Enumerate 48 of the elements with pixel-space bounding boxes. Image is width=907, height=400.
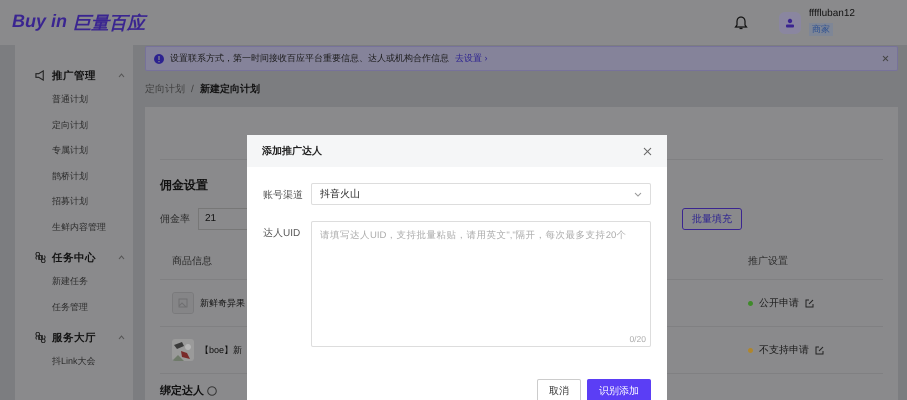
- menu-item[interactable]: 鹊桥计划: [15, 164, 133, 189]
- alert-text: 设置联系方式，第一时间接收百应平台重要信息、达人或机构合作信息: [170, 52, 449, 65]
- user-name: ffffluban12: [808, 8, 855, 19]
- cancel-button[interactable]: 取消: [537, 379, 581, 400]
- menu-item[interactable]: 任务管理: [15, 294, 133, 320]
- command-icon: [35, 252, 46, 263]
- close-icon[interactable]: [643, 146, 652, 156]
- section-title: 绑定达人: [160, 384, 204, 398]
- batch-fill-button[interactable]: 批量填充: [682, 208, 742, 230]
- menu-item[interactable]: 定向计划: [15, 112, 133, 138]
- field-label: 达人UID: [263, 226, 302, 241]
- menu-item[interactable]: 普通计划: [15, 87, 133, 112]
- command-icon: [35, 332, 46, 343]
- menu-item[interactable]: 新建任务: [15, 269, 133, 294]
- dialog-title: 添加推广达人: [262, 144, 322, 158]
- column-header: 商品信息: [172, 254, 212, 268]
- logo[interactable]: Buy in 巨量百应: [12, 10, 146, 34]
- status-text: 公开申请: [759, 296, 799, 310]
- menu-item[interactable]: 生鲜内容管理: [15, 214, 133, 240]
- section-title: 佣金设置: [160, 177, 208, 194]
- product-name: 【boe】新: [200, 344, 242, 356]
- edit-icon[interactable]: [805, 298, 814, 308]
- menu-item[interactable]: 抖Link大会: [15, 349, 133, 374]
- menu-item[interactable]: 招募计划: [15, 189, 133, 214]
- char-counter: 0/20: [629, 334, 646, 344]
- field-label: 账号渠道: [263, 188, 304, 203]
- breadcrumb-item: 新建定向计划: [200, 82, 260, 96]
- channel-select[interactable]: 抖音火山: [311, 183, 651, 205]
- menu-group[interactable]: 服务大厅: [15, 326, 133, 349]
- breadcrumb-separator: /: [191, 84, 194, 94]
- confirm-button[interactable]: 识别添加: [587, 379, 651, 400]
- bell-icon[interactable]: [734, 15, 748, 30]
- close-icon[interactable]: [882, 55, 889, 62]
- breadcrumb-item[interactable]: 定向计划: [145, 82, 185, 96]
- edit-icon[interactable]: [815, 346, 824, 354]
- chevron-down-icon: [634, 192, 642, 196]
- megaphone-icon: [35, 70, 46, 81]
- avatar[interactable]: [778, 12, 801, 34]
- role-tag: 商家: [808, 23, 833, 36]
- info-icon: [154, 54, 164, 64]
- status-text: 不支持申请: [759, 344, 809, 357]
- product-name: 新鲜奇异果: [200, 296, 245, 310]
- menu-group[interactable]: 推广管理: [15, 64, 133, 87]
- menu-item[interactable]: 专属计划: [15, 138, 133, 164]
- field-label: 佣金率: [160, 212, 190, 226]
- setup-link[interactable]: 去设置 ›: [455, 52, 488, 65]
- column-header: 推广设置: [748, 254, 789, 268]
- menu-group[interactable]: 任务中心: [15, 246, 133, 269]
